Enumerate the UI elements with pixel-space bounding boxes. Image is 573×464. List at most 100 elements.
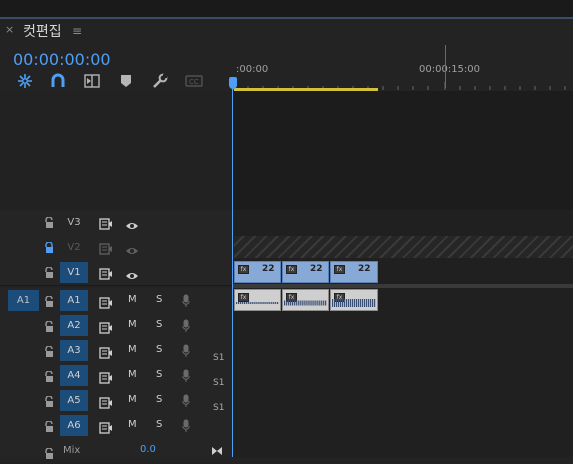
- track-target-a4[interactable]: A4: [60, 365, 88, 386]
- mic-icon[interactable]: [182, 393, 190, 412]
- film-icon[interactable]: [99, 394, 113, 413]
- mic-icon[interactable]: [182, 318, 190, 337]
- track-target-v2[interactable]: V2: [60, 237, 88, 258]
- lock-icon[interactable]: [44, 343, 55, 362]
- mute-button[interactable]: M: [128, 419, 137, 430]
- mic-icon[interactable]: [182, 418, 190, 437]
- track-lane-a5[interactable]: [233, 388, 573, 414]
- eye-icon[interactable]: [125, 241, 139, 260]
- film-icon[interactable]: [99, 344, 113, 363]
- mix-lane: [233, 438, 573, 457]
- film-icon[interactable]: [99, 265, 113, 284]
- mute-button[interactable]: M: [128, 319, 137, 330]
- track-header-a6: [0, 413, 232, 439]
- wrench-icon[interactable]: [150, 72, 170, 90]
- mix-volume-value[interactable]: 0.0: [140, 444, 156, 455]
- lock-icon[interactable]: [44, 318, 55, 337]
- close-icon[interactable]: ×: [5, 23, 14, 36]
- source-patch-a1[interactable]: A1: [8, 290, 39, 311]
- hamburger-menu-icon[interactable]: ≡: [72, 24, 82, 38]
- film-icon[interactable]: [99, 240, 113, 259]
- track-lane-a3[interactable]: [233, 338, 573, 364]
- ruler-label-start: :00:00: [236, 64, 269, 75]
- track-target-a6[interactable]: A6: [60, 415, 88, 436]
- solo-button[interactable]: S: [156, 319, 162, 330]
- playhead-handle[interactable]: [229, 77, 237, 89]
- lock-icon[interactable]: [44, 418, 55, 437]
- mic-icon[interactable]: [182, 293, 190, 312]
- eye-icon[interactable]: [125, 216, 139, 235]
- audio-clip[interactable]: fx: [234, 289, 281, 311]
- playhead-timecode[interactable]: 00:00:00:00: [13, 50, 111, 69]
- video-clip[interactable]: fx 22: [330, 261, 378, 283]
- marker-icon[interactable]: [116, 72, 136, 90]
- film-icon[interactable]: [99, 319, 113, 338]
- film-icon[interactable]: [99, 215, 113, 234]
- audio-clip[interactable]: fx: [282, 289, 329, 311]
- mute-button[interactable]: M: [128, 394, 137, 405]
- mute-button[interactable]: M: [128, 344, 137, 355]
- mute-button[interactable]: M: [128, 369, 137, 380]
- solo-button[interactable]: S: [156, 419, 162, 430]
- audio-waveform: [235, 302, 279, 304]
- track-lane-v3[interactable]: [233, 210, 573, 236]
- track-lane-a2[interactable]: [233, 313, 573, 339]
- mix-label: Mix: [63, 445, 81, 456]
- playhead-line[interactable]: [232, 80, 233, 457]
- magnet-link-icon[interactable]: [48, 72, 68, 90]
- channel-label: S1: [213, 378, 225, 388]
- track-header-a2: [0, 313, 232, 339]
- track-target-v3[interactable]: V3: [60, 212, 88, 233]
- track-target-v1[interactable]: V1: [60, 262, 88, 283]
- solo-button[interactable]: S: [156, 369, 162, 380]
- track-header-a3: [0, 338, 232, 364]
- lock-icon[interactable]: [44, 368, 55, 387]
- lock-icon[interactable]: [44, 445, 55, 464]
- lock-icon[interactable]: [44, 393, 55, 412]
- svg-text:CC: CC: [189, 78, 199, 86]
- track-target-a5[interactable]: A5: [60, 390, 88, 411]
- lock-icon[interactable]: [44, 214, 55, 233]
- track-header-v1: [0, 260, 232, 286]
- audio-clip[interactable]: fx: [330, 289, 378, 311]
- panel-focus-border: [0, 17, 573, 19]
- mic-icon[interactable]: [182, 368, 190, 387]
- fx-icon: fx: [334, 265, 345, 274]
- track-target-a1[interactable]: A1: [60, 290, 88, 311]
- solo-button[interactable]: S: [156, 394, 162, 405]
- sequence-tab-title[interactable]: 컷편집: [23, 21, 62, 41]
- audio-waveform: [332, 299, 376, 307]
- clip-label: 22: [358, 264, 371, 274]
- track-header-v3: [0, 210, 232, 236]
- snap-icon[interactable]: [15, 72, 35, 90]
- channel-label: S1: [213, 403, 225, 413]
- film-icon[interactable]: [99, 294, 113, 313]
- track-lane-a4[interactable]: [233, 363, 573, 389]
- track-header-v2: [0, 235, 232, 261]
- video-clip[interactable]: fx 22: [282, 261, 329, 283]
- insert-edit-icon[interactable]: [82, 72, 102, 90]
- film-icon[interactable]: [99, 419, 113, 438]
- track-lane-a6[interactable]: [233, 413, 573, 439]
- solo-button[interactable]: S: [156, 344, 162, 355]
- eye-icon[interactable]: [125, 266, 139, 285]
- mic-icon[interactable]: [182, 343, 190, 362]
- film-icon[interactable]: [99, 369, 113, 388]
- track-target-a3[interactable]: A3: [60, 340, 88, 361]
- panel-divider: [0, 0, 573, 17]
- track-target-a2[interactable]: A2: [60, 315, 88, 336]
- solo-button[interactable]: S: [156, 294, 162, 305]
- lock-icon[interactable]: [44, 264, 55, 283]
- time-marker-line: [445, 45, 446, 88]
- empty-header-area: [0, 91, 232, 210]
- ruler-label-15s: 00:00:15:00: [419, 64, 481, 75]
- mute-button[interactable]: M: [128, 294, 137, 305]
- audio-waveform: [283, 300, 327, 306]
- video-clip[interactable]: fx 22: [234, 261, 281, 283]
- lock-icon[interactable]: [44, 239, 55, 258]
- lock-icon[interactable]: [44, 293, 55, 312]
- mix-panner-icon[interactable]: [211, 441, 223, 460]
- fx-icon: fx: [286, 265, 297, 274]
- captions-icon[interactable]: CC: [184, 72, 204, 90]
- clip-label: 22: [262, 264, 275, 274]
